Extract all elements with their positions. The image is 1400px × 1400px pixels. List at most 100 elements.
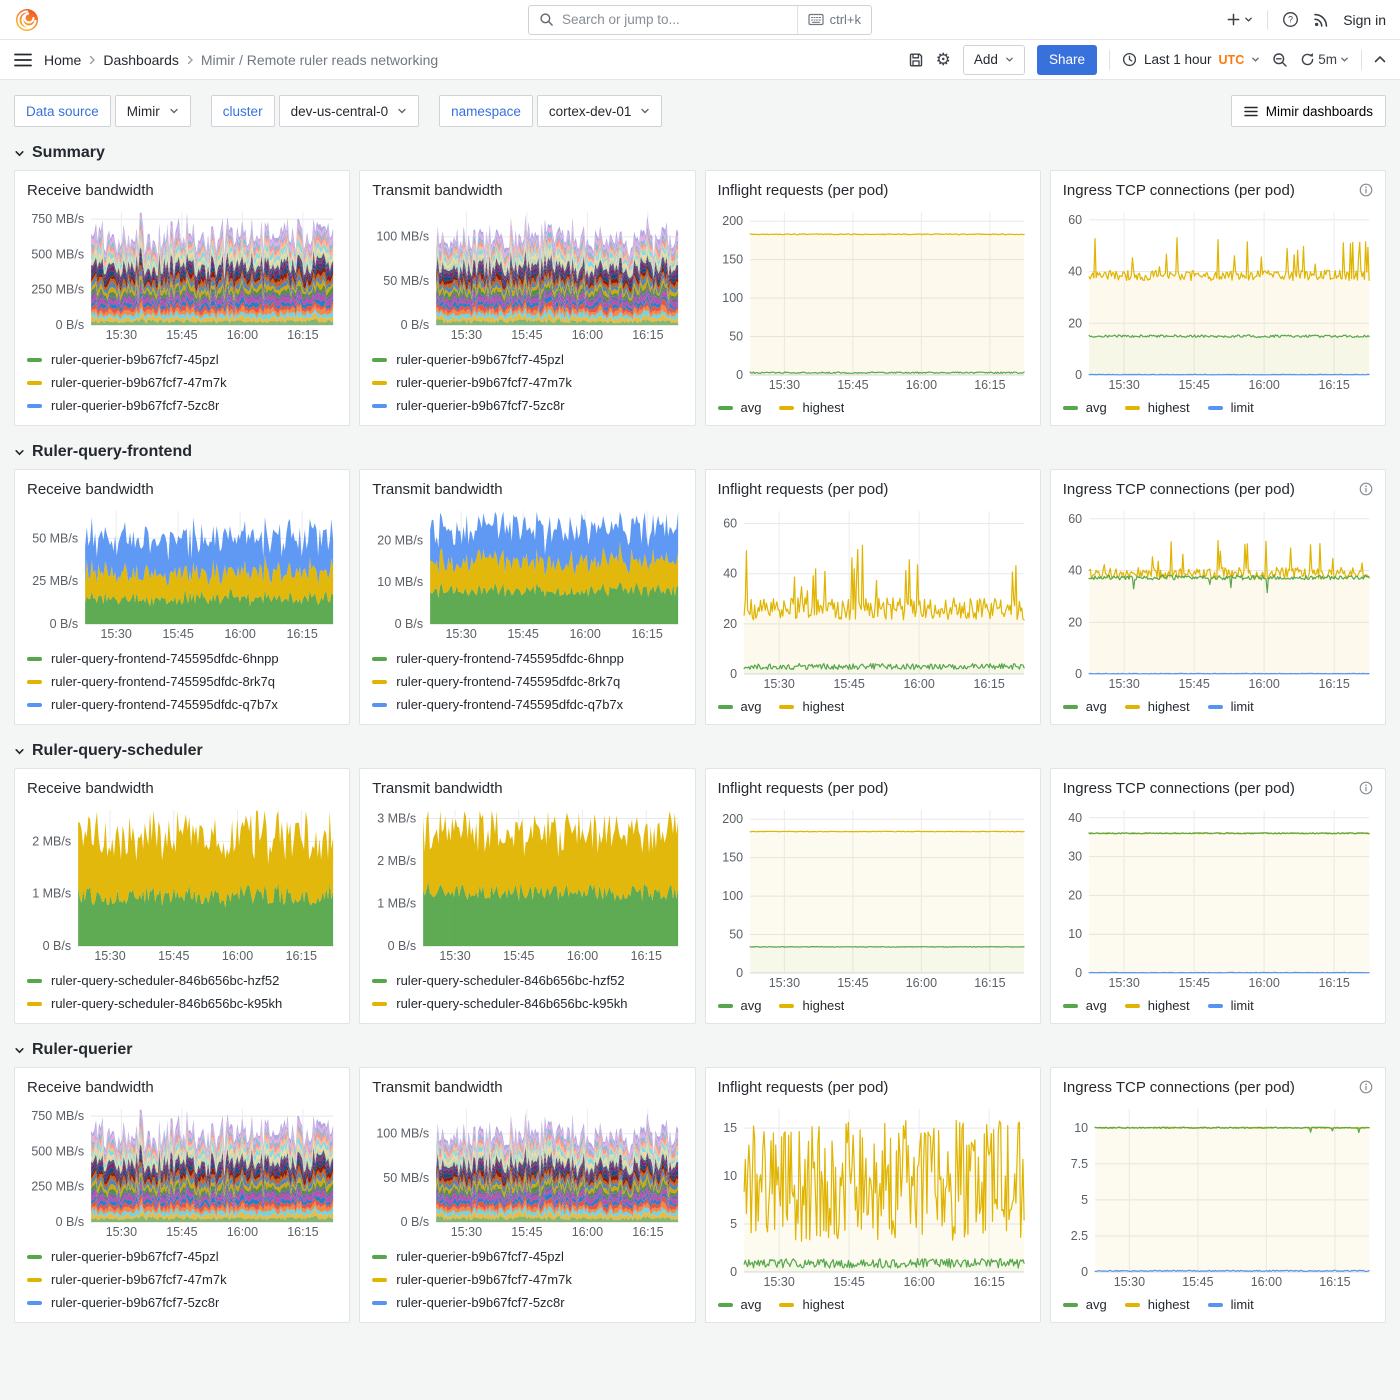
legend-item-ruler-querier-b9b67fcf7-45pzl[interactable]: ruler-querier-b9b67fcf7-45pzl	[372, 348, 682, 371]
legend-item-highest[interactable]: highest	[779, 1297, 844, 1312]
legend-item-avg[interactable]: avg	[1063, 699, 1107, 714]
panel-info-icon[interactable]	[1359, 781, 1373, 795]
save-dashboard-icon[interactable]	[908, 52, 924, 68]
legend-item-ruler-querier-b9b67fcf7-45pzl[interactable]: ruler-querier-b9b67fcf7-45pzl	[372, 1245, 682, 1268]
chart-canvas[interactable]: 0 B/s50 MB/s100 MB/s15:3015:4516:0016:15	[372, 1102, 682, 1240]
add-button[interactable]: Add	[963, 45, 1025, 75]
legend-item-ruler-query-scheduler-846b656bc-hzf52[interactable]: ruler-query-scheduler-846b656bc-hzf52	[372, 969, 682, 992]
breadcrumb-dashboards[interactable]: Dashboards	[103, 52, 179, 68]
legend-item-ruler-query-scheduler-846b656bc-k95kh[interactable]: ruler-query-scheduler-846b656bc-k95kh	[27, 992, 337, 1015]
chart-canvas[interactable]: 0 B/s250 MB/s500 MB/s750 MB/s15:3015:451…	[27, 205, 337, 343]
chart-canvas[interactable]: 020406015:3015:4516:0016:15	[718, 504, 1028, 692]
legend-item-ruler-query-frontend-745595dfdc-8rk7q[interactable]: ruler-query-frontend-745595dfdc-8rk7q	[372, 670, 682, 693]
legend-item-avg[interactable]: avg	[718, 699, 762, 714]
chart-canvas[interactable]: 0 B/s50 MB/s100 MB/s15:3015:4516:0016:15	[372, 205, 682, 343]
new-button[interactable]	[1226, 12, 1253, 27]
legend-item-avg[interactable]: avg	[718, 998, 762, 1013]
legend-item-ruler-query-scheduler-846b656bc-k95kh[interactable]: ruler-query-scheduler-846b656bc-k95kh	[372, 992, 682, 1015]
chart-canvas[interactable]: 05010015020015:3015:4516:0016:15	[718, 803, 1028, 991]
legend-item-ruler-query-scheduler-846b656bc-hzf52[interactable]: ruler-query-scheduler-846b656bc-hzf52	[27, 969, 337, 992]
legend-item-limit[interactable]: limit	[1208, 400, 1254, 415]
news-icon[interactable]	[1313, 12, 1329, 28]
chart-area[interactable]: 020406015:3015:4516:0016:15	[718, 504, 1028, 692]
legend-item-avg[interactable]: avg	[1063, 998, 1107, 1013]
sign-in-link[interactable]: Sign in	[1343, 12, 1386, 28]
legend-item-ruler-query-frontend-745595dfdc-8rk7q[interactable]: ruler-query-frontend-745595dfdc-8rk7q	[27, 670, 337, 693]
chart-area[interactable]: 0 B/s10 MB/s20 MB/s15:3015:4516:0016:15	[372, 504, 682, 642]
panel-info-icon[interactable]	[1359, 183, 1373, 197]
cluster-label[interactable]: cluster	[211, 95, 275, 127]
chart-canvas[interactable]: 01020304015:3015:4516:0016:15	[1063, 803, 1373, 991]
grafana-logo-icon[interactable]	[14, 7, 40, 33]
legend-item-highest[interactable]: highest	[779, 998, 844, 1013]
section-toggle-ruler-query-frontend[interactable]: Ruler-query-frontend	[14, 443, 1386, 461]
legend-item-ruler-querier-b9b67fcf7-5zc8r[interactable]: ruler-querier-b9b67fcf7-5zc8r	[27, 394, 337, 417]
section-toggle-summary[interactable]: Summary	[14, 144, 1386, 162]
chart-area[interactable]: 0 B/s50 MB/s100 MB/s15:3015:4516:0016:15	[372, 205, 682, 343]
legend-item-highest[interactable]: highest	[779, 400, 844, 415]
legend-item-ruler-querier-b9b67fcf7-45pzl[interactable]: ruler-querier-b9b67fcf7-45pzl	[27, 1245, 337, 1268]
chart-canvas[interactable]: 020406015:3015:4516:0016:15	[1063, 504, 1373, 692]
legend-item-limit[interactable]: limit	[1208, 699, 1254, 714]
chart-area[interactable]: 0 B/s250 MB/s500 MB/s750 MB/s15:3015:451…	[27, 1102, 337, 1240]
legend-item-highest[interactable]: highest	[1125, 699, 1190, 714]
chart-canvas[interactable]: 02.557.51015:3015:4516:0016:15	[1063, 1102, 1373, 1290]
chart-canvas[interactable]: 0 B/s1 MB/s2 MB/s3 MB/s15:3015:4516:0016…	[372, 803, 682, 964]
legend-item-highest[interactable]: highest	[1125, 1297, 1190, 1312]
share-button[interactable]: Share	[1037, 45, 1097, 75]
search-input[interactable]: Search or jump to... ctrl+k	[528, 5, 872, 35]
panel-info-icon[interactable]	[1359, 1080, 1373, 1094]
dashboard-settings-icon[interactable]: ⚙	[936, 51, 951, 68]
chart-area[interactable]: 0 B/s25 MB/s50 MB/s15:3015:4516:0016:15	[27, 504, 337, 642]
chart-area[interactable]: 02.557.51015:3015:4516:0016:15	[1063, 1102, 1373, 1290]
collapse-all-icon[interactable]	[1374, 55, 1386, 64]
refresh-button[interactable]: 5m	[1300, 52, 1349, 67]
legend-item-ruler-querier-b9b67fcf7-5zc8r[interactable]: ruler-querier-b9b67fcf7-5zc8r	[372, 1291, 682, 1314]
chart-canvas[interactable]: 05010015020015:3015:4516:0016:15	[718, 205, 1028, 393]
namespace-picker[interactable]: cortex-dev-01	[537, 95, 663, 127]
chart-area[interactable]: 0 B/s1 MB/s2 MB/s3 MB/s15:3015:4516:0016…	[372, 803, 682, 964]
chart-canvas[interactable]: 0 B/s10 MB/s20 MB/s15:3015:4516:0016:15	[372, 504, 682, 642]
chart-area[interactable]: 020406015:3015:4516:0016:15	[1063, 205, 1373, 393]
legend-item-ruler-query-frontend-745595dfdc-6hnpp[interactable]: ruler-query-frontend-745595dfdc-6hnpp	[372, 647, 682, 670]
legend-item-limit[interactable]: limit	[1208, 1297, 1254, 1312]
legend-item-ruler-querier-b9b67fcf7-47m7k[interactable]: ruler-querier-b9b67fcf7-47m7k	[372, 1268, 682, 1291]
help-icon[interactable]: ?	[1282, 11, 1299, 28]
legend-item-highest[interactable]: highest	[1125, 998, 1190, 1013]
legend-item-ruler-querier-b9b67fcf7-45pzl[interactable]: ruler-querier-b9b67fcf7-45pzl	[27, 348, 337, 371]
chart-area[interactable]: 05101515:3015:4516:0016:15	[718, 1102, 1028, 1290]
chart-area[interactable]: 05010015020015:3015:4516:0016:15	[718, 803, 1028, 991]
namespace-label[interactable]: namespace	[439, 95, 533, 127]
legend-item-ruler-query-frontend-745595dfdc-q7b7x[interactable]: ruler-query-frontend-745595dfdc-q7b7x	[372, 693, 682, 716]
chart-canvas[interactable]: 0 B/s1 MB/s2 MB/s15:3015:4516:0016:15	[27, 803, 337, 964]
chart-area[interactable]: 0 B/s250 MB/s500 MB/s750 MB/s15:3015:451…	[27, 205, 337, 343]
time-range-picker[interactable]: Last 1 hour UTC	[1122, 52, 1260, 67]
legend-item-ruler-query-frontend-745595dfdc-q7b7x[interactable]: ruler-query-frontend-745595dfdc-q7b7x	[27, 693, 337, 716]
menu-toggle-icon[interactable]	[14, 53, 32, 67]
chart-area[interactable]: 0 B/s1 MB/s2 MB/s15:3015:4516:0016:15	[27, 803, 337, 964]
datasource-label[interactable]: Data source	[14, 95, 111, 127]
legend-item-ruler-querier-b9b67fcf7-5zc8r[interactable]: ruler-querier-b9b67fcf7-5zc8r	[27, 1291, 337, 1314]
section-toggle-ruler-querier[interactable]: Ruler-querier	[14, 1041, 1386, 1059]
chart-area[interactable]: 020406015:3015:4516:0016:15	[1063, 504, 1373, 692]
chart-area[interactable]: 05010015020015:3015:4516:0016:15	[718, 205, 1028, 393]
legend-item-ruler-querier-b9b67fcf7-5zc8r[interactable]: ruler-querier-b9b67fcf7-5zc8r	[372, 394, 682, 417]
legend-item-highest[interactable]: highest	[1125, 400, 1190, 415]
chart-area[interactable]: 01020304015:3015:4516:0016:15	[1063, 803, 1373, 991]
datasource-picker[interactable]: Mimir	[115, 95, 191, 127]
legend-item-ruler-querier-b9b67fcf7-47m7k[interactable]: ruler-querier-b9b67fcf7-47m7k	[27, 1268, 337, 1291]
cluster-picker[interactable]: dev-us-central-0	[279, 95, 420, 127]
section-toggle-ruler-query-scheduler[interactable]: Ruler-query-scheduler	[14, 742, 1386, 760]
chart-area[interactable]: 0 B/s50 MB/s100 MB/s15:3015:4516:0016:15	[372, 1102, 682, 1240]
chart-canvas[interactable]: 05101515:3015:4516:0016:15	[718, 1102, 1028, 1290]
legend-item-limit[interactable]: limit	[1208, 998, 1254, 1013]
legend-item-avg[interactable]: avg	[1063, 1297, 1107, 1312]
legend-item-avg[interactable]: avg	[718, 400, 762, 415]
chart-canvas[interactable]: 020406015:3015:4516:0016:15	[1063, 205, 1373, 393]
legend-item-avg[interactable]: avg	[718, 1297, 762, 1312]
panel-info-icon[interactable]	[1359, 482, 1373, 496]
breadcrumb-home[interactable]: Home	[44, 52, 81, 68]
mimir-dashboards-button[interactable]: Mimir dashboards	[1231, 95, 1386, 127]
legend-item-ruler-querier-b9b67fcf7-47m7k[interactable]: ruler-querier-b9b67fcf7-47m7k	[27, 371, 337, 394]
chart-canvas[interactable]: 0 B/s250 MB/s500 MB/s750 MB/s15:3015:451…	[27, 1102, 337, 1240]
